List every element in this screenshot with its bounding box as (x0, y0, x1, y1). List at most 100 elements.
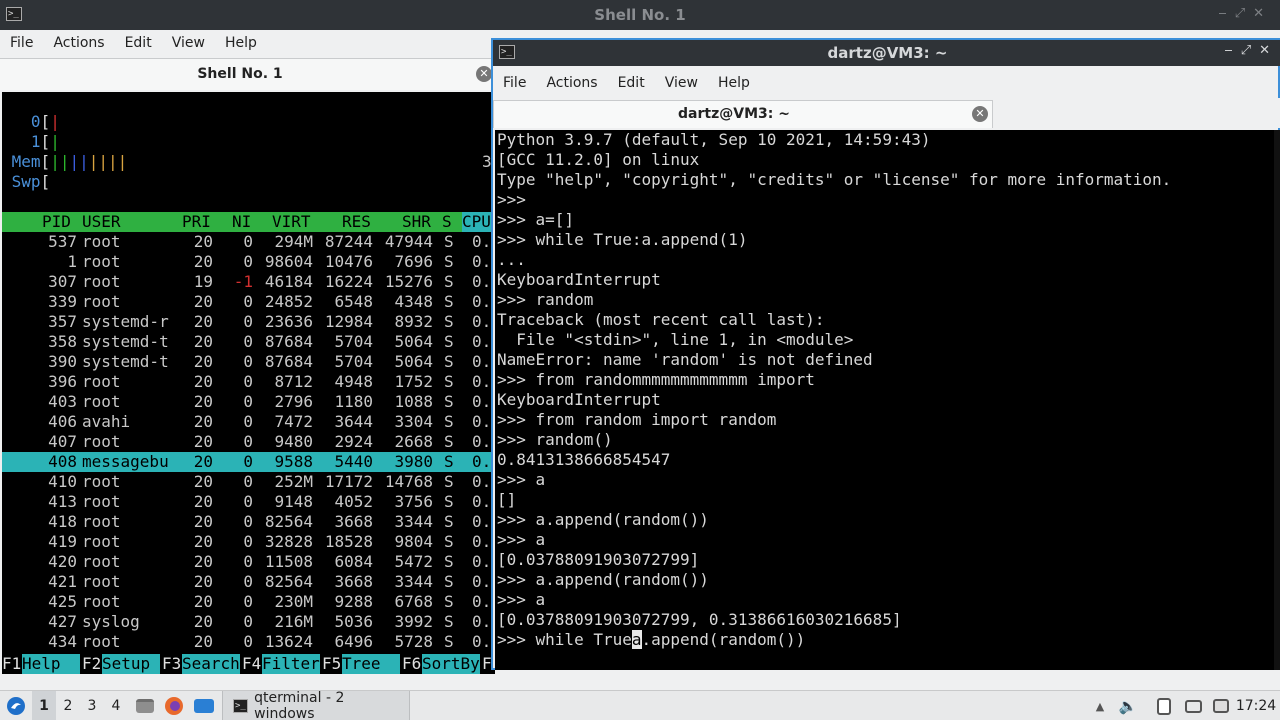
col-res[interactable]: RES (342, 212, 371, 232)
fkey-label-6[interactable]: SortBy (422, 654, 480, 674)
process-shr: 9804 (394, 532, 433, 551)
tab-shell-no-1[interactable]: Shell No. 1 (0, 66, 480, 82)
process-cpu: 0. (472, 632, 492, 651)
menu-actions[interactable]: Actions (43, 35, 114, 51)
process-pri: 20 (193, 552, 213, 571)
terminal-scrollbar[interactable] (1274, 130, 1280, 670)
process-pid: 537 (48, 232, 77, 251)
fkey-label-1[interactable]: Help (22, 654, 80, 674)
process-row[interactable]: 339 root 20 0 24852 6548 4348 S 0. (2, 292, 495, 312)
process-shr: 3344 (394, 512, 433, 531)
maximize-icon[interactable]: ⤢ (1241, 43, 1259, 58)
process-res: 10476 (324, 252, 373, 271)
menu-view[interactable]: View (162, 35, 215, 51)
process-row[interactable]: 403 root 20 0 2796 1180 1088 S 0. (2, 392, 495, 412)
fkey-label-5[interactable]: Tree (342, 654, 400, 674)
text-cursor: a (631, 630, 642, 649)
process-row[interactable]: 406 avahi 20 0 7472 3644 3304 S 0. (2, 412, 495, 432)
fkey-4[interactable]: F4 (242, 654, 261, 674)
process-s: S (444, 532, 454, 551)
process-row[interactable]: 419 root 20 0 32828 18528 9804 S 0. (2, 532, 495, 552)
desktop-3[interactable]: 3 (80, 691, 104, 720)
col-ni[interactable]: NI (232, 212, 251, 232)
process-row[interactable]: 427 syslog 20 0 216M 5036 3992 S 0. (2, 612, 495, 632)
taskbar-qterminal-button[interactable]: >_ qterminal - 2 windows (222, 690, 410, 720)
python-terminal[interactable]: Python 3.9.7 (default, Sep 10 2021, 14:5… (495, 130, 1280, 670)
fkey-1[interactable]: F1 (2, 654, 21, 674)
fkey-3[interactable]: F3 (162, 654, 181, 674)
minimize-icon[interactable]: ‒ (1224, 43, 1240, 58)
menu-file[interactable]: File (493, 75, 536, 91)
process-row[interactable]: 396 root 20 0 8712 4948 1752 S 0. (2, 372, 495, 392)
col-s[interactable]: S (442, 212, 452, 232)
input-line[interactable]: >>> while Truea.append(random()) (495, 630, 1280, 650)
start-menu-icon[interactable] (4, 691, 28, 720)
process-shr: 5064 (394, 352, 433, 371)
menu-help[interactable]: Help (708, 75, 760, 91)
process-row[interactable]: 537 root 20 0 294M 87244 47944 S 0. (2, 232, 495, 252)
menu-edit[interactable]: Edit (115, 35, 162, 51)
maximize-icon[interactable]: ⤢ (1235, 6, 1253, 21)
process-s: S (444, 312, 454, 331)
col-virt[interactable]: VIRT (272, 212, 311, 232)
process-row[interactable]: 434 root 20 0 13624 6496 5728 S 0. (2, 632, 495, 652)
process-cpu: 0. (472, 592, 492, 611)
back-window-titlebar[interactable]: >_ Shell No. 1 ‒⤢✕ (0, 0, 1280, 30)
menu-actions[interactable]: Actions (536, 75, 607, 91)
network-icon[interactable] (1182, 691, 1204, 720)
firefox-icon[interactable] (162, 691, 186, 720)
process-row[interactable]: 307 root 19 -1 46184 16224 15276 S 0. (2, 272, 495, 292)
col-user[interactable]: USER (82, 212, 121, 232)
close-icon[interactable]: ✕ (1259, 43, 1278, 58)
process-virt: 9148 (274, 492, 313, 511)
volume-icon[interactable]: 🔈 (1118, 691, 1138, 720)
process-row[interactable]: 408 messagebu 20 0 9588 5440 3980 S 0. (2, 452, 495, 472)
process-row[interactable]: 413 root 20 0 9148 4052 3756 S 0. (2, 492, 495, 512)
col-pid[interactable]: PID (42, 212, 71, 232)
process-row[interactable]: 420 root 20 0 11508 6084 5472 S 0. (2, 552, 495, 572)
menu-file[interactable]: File (0, 35, 43, 51)
col-pri[interactable]: PRI (182, 212, 211, 232)
process-row[interactable]: 357 systemd-r 20 0 23636 12984 8932 S 0. (2, 312, 495, 332)
front-terminal-window[interactable]: >_ dartz@VM3: ~ ‒⤢✕ File Actions Edit Vi… (491, 38, 1280, 670)
process-row[interactable]: 421 root 20 0 82564 3668 3344 S 0. (2, 572, 495, 592)
process-row[interactable]: 390 systemd-t 20 0 87684 5704 5064 S 0. (2, 352, 495, 372)
menu-edit[interactable]: Edit (608, 75, 655, 91)
menu-help[interactable]: Help (215, 35, 267, 51)
tab-dartz-vm3[interactable]: dartz@VM3: ~ ✕ (493, 100, 993, 128)
minimize-icon[interactable]: ‒ (1218, 6, 1234, 21)
files-icon[interactable] (134, 691, 156, 720)
menu-view[interactable]: View (655, 75, 708, 91)
desktop-2[interactable]: 2 (56, 691, 80, 720)
process-row[interactable]: 410 root 20 0 252M 17172 14768 S 0. (2, 472, 495, 492)
fkey-label-2[interactable]: Setup (102, 654, 160, 674)
desktop-icon[interactable] (192, 691, 216, 720)
process-virt: 87684 (264, 352, 313, 371)
close-icon[interactable]: ✕ (972, 106, 988, 122)
fkey-6[interactable]: F6 (402, 654, 421, 674)
process-row[interactable]: 425 root 20 0 230M 9288 6768 S 0. (2, 592, 495, 612)
terminal-line: >>> from randommmmmmmmmmmm import (497, 370, 815, 389)
htop-terminal[interactable]: 0[| 1[| Mem[|||||||| 3 Swp[ PID USER PRI … (2, 92, 495, 674)
close-icon[interactable]: ✕ (476, 66, 492, 82)
close-icon[interactable]: ✕ (1253, 6, 1272, 21)
col-shr[interactable]: SHR (402, 212, 431, 232)
desktop-4[interactable]: 4 (104, 691, 128, 720)
tray-arrow-icon[interactable]: ▲ (1090, 691, 1110, 720)
fkey-5[interactable]: F5 (322, 654, 341, 674)
process-virt: 230M (274, 592, 313, 611)
fkey-label-3[interactable]: Search (182, 654, 240, 674)
clipboard-icon[interactable] (1154, 691, 1174, 720)
fkey-2[interactable]: F2 (82, 654, 101, 674)
process-row[interactable]: 1 root 20 0 98604 10476 7696 S 0. (2, 252, 495, 272)
col-cpu[interactable]: CPU (462, 212, 491, 232)
clock[interactable]: 17:24 (1234, 691, 1278, 720)
front-window-titlebar[interactable]: >_ dartz@VM3: ~ ‒⤢✕ (493, 40, 1280, 66)
desktop-1[interactable]: 1 (32, 691, 56, 720)
fkey-label-4[interactable]: Filter (262, 654, 320, 674)
process-row[interactable]: 418 root 20 0 82564 3668 3344 S 0. (2, 512, 495, 532)
notifications-icon[interactable] (1210, 691, 1232, 720)
process-row[interactable]: 407 root 20 0 9480 2924 2668 S 0. (2, 432, 495, 452)
process-row[interactable]: 358 systemd-t 20 0 87684 5704 5064 S 0. (2, 332, 495, 352)
process-s: S (444, 292, 454, 311)
